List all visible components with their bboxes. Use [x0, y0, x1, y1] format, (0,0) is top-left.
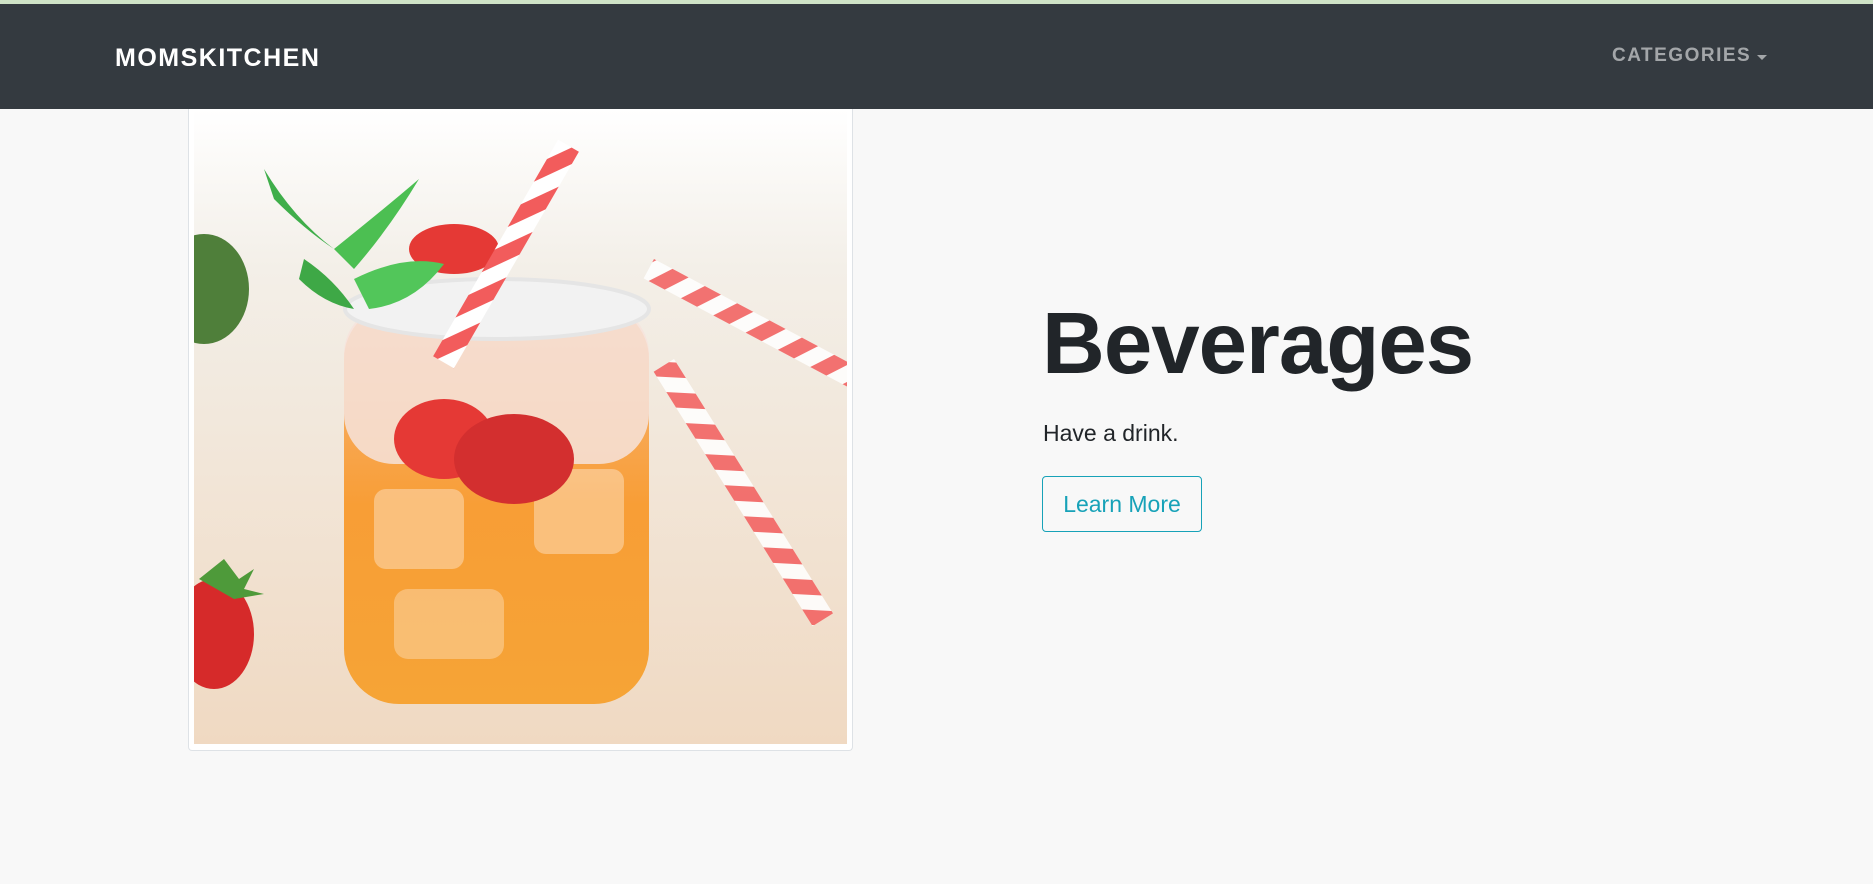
caret-down-icon: [1757, 54, 1768, 60]
categories-label: CATEGORIES: [1612, 45, 1752, 66]
beverage-photo: [194, 109, 847, 744]
navbar: MOMSKITCHEN CATEGORIES: [0, 4, 1873, 109]
page-title: Beverages: [1042, 295, 1474, 392]
hero-image-card: [188, 109, 853, 751]
hero-subtitle: Have a drink.: [1043, 420, 1179, 446]
learn-more-button[interactable]: Learn More: [1042, 476, 1202, 532]
brand-link[interactable]: MOMSKITCHEN: [115, 44, 320, 73]
categories-dropdown[interactable]: CATEGORIES: [1612, 45, 1768, 67]
